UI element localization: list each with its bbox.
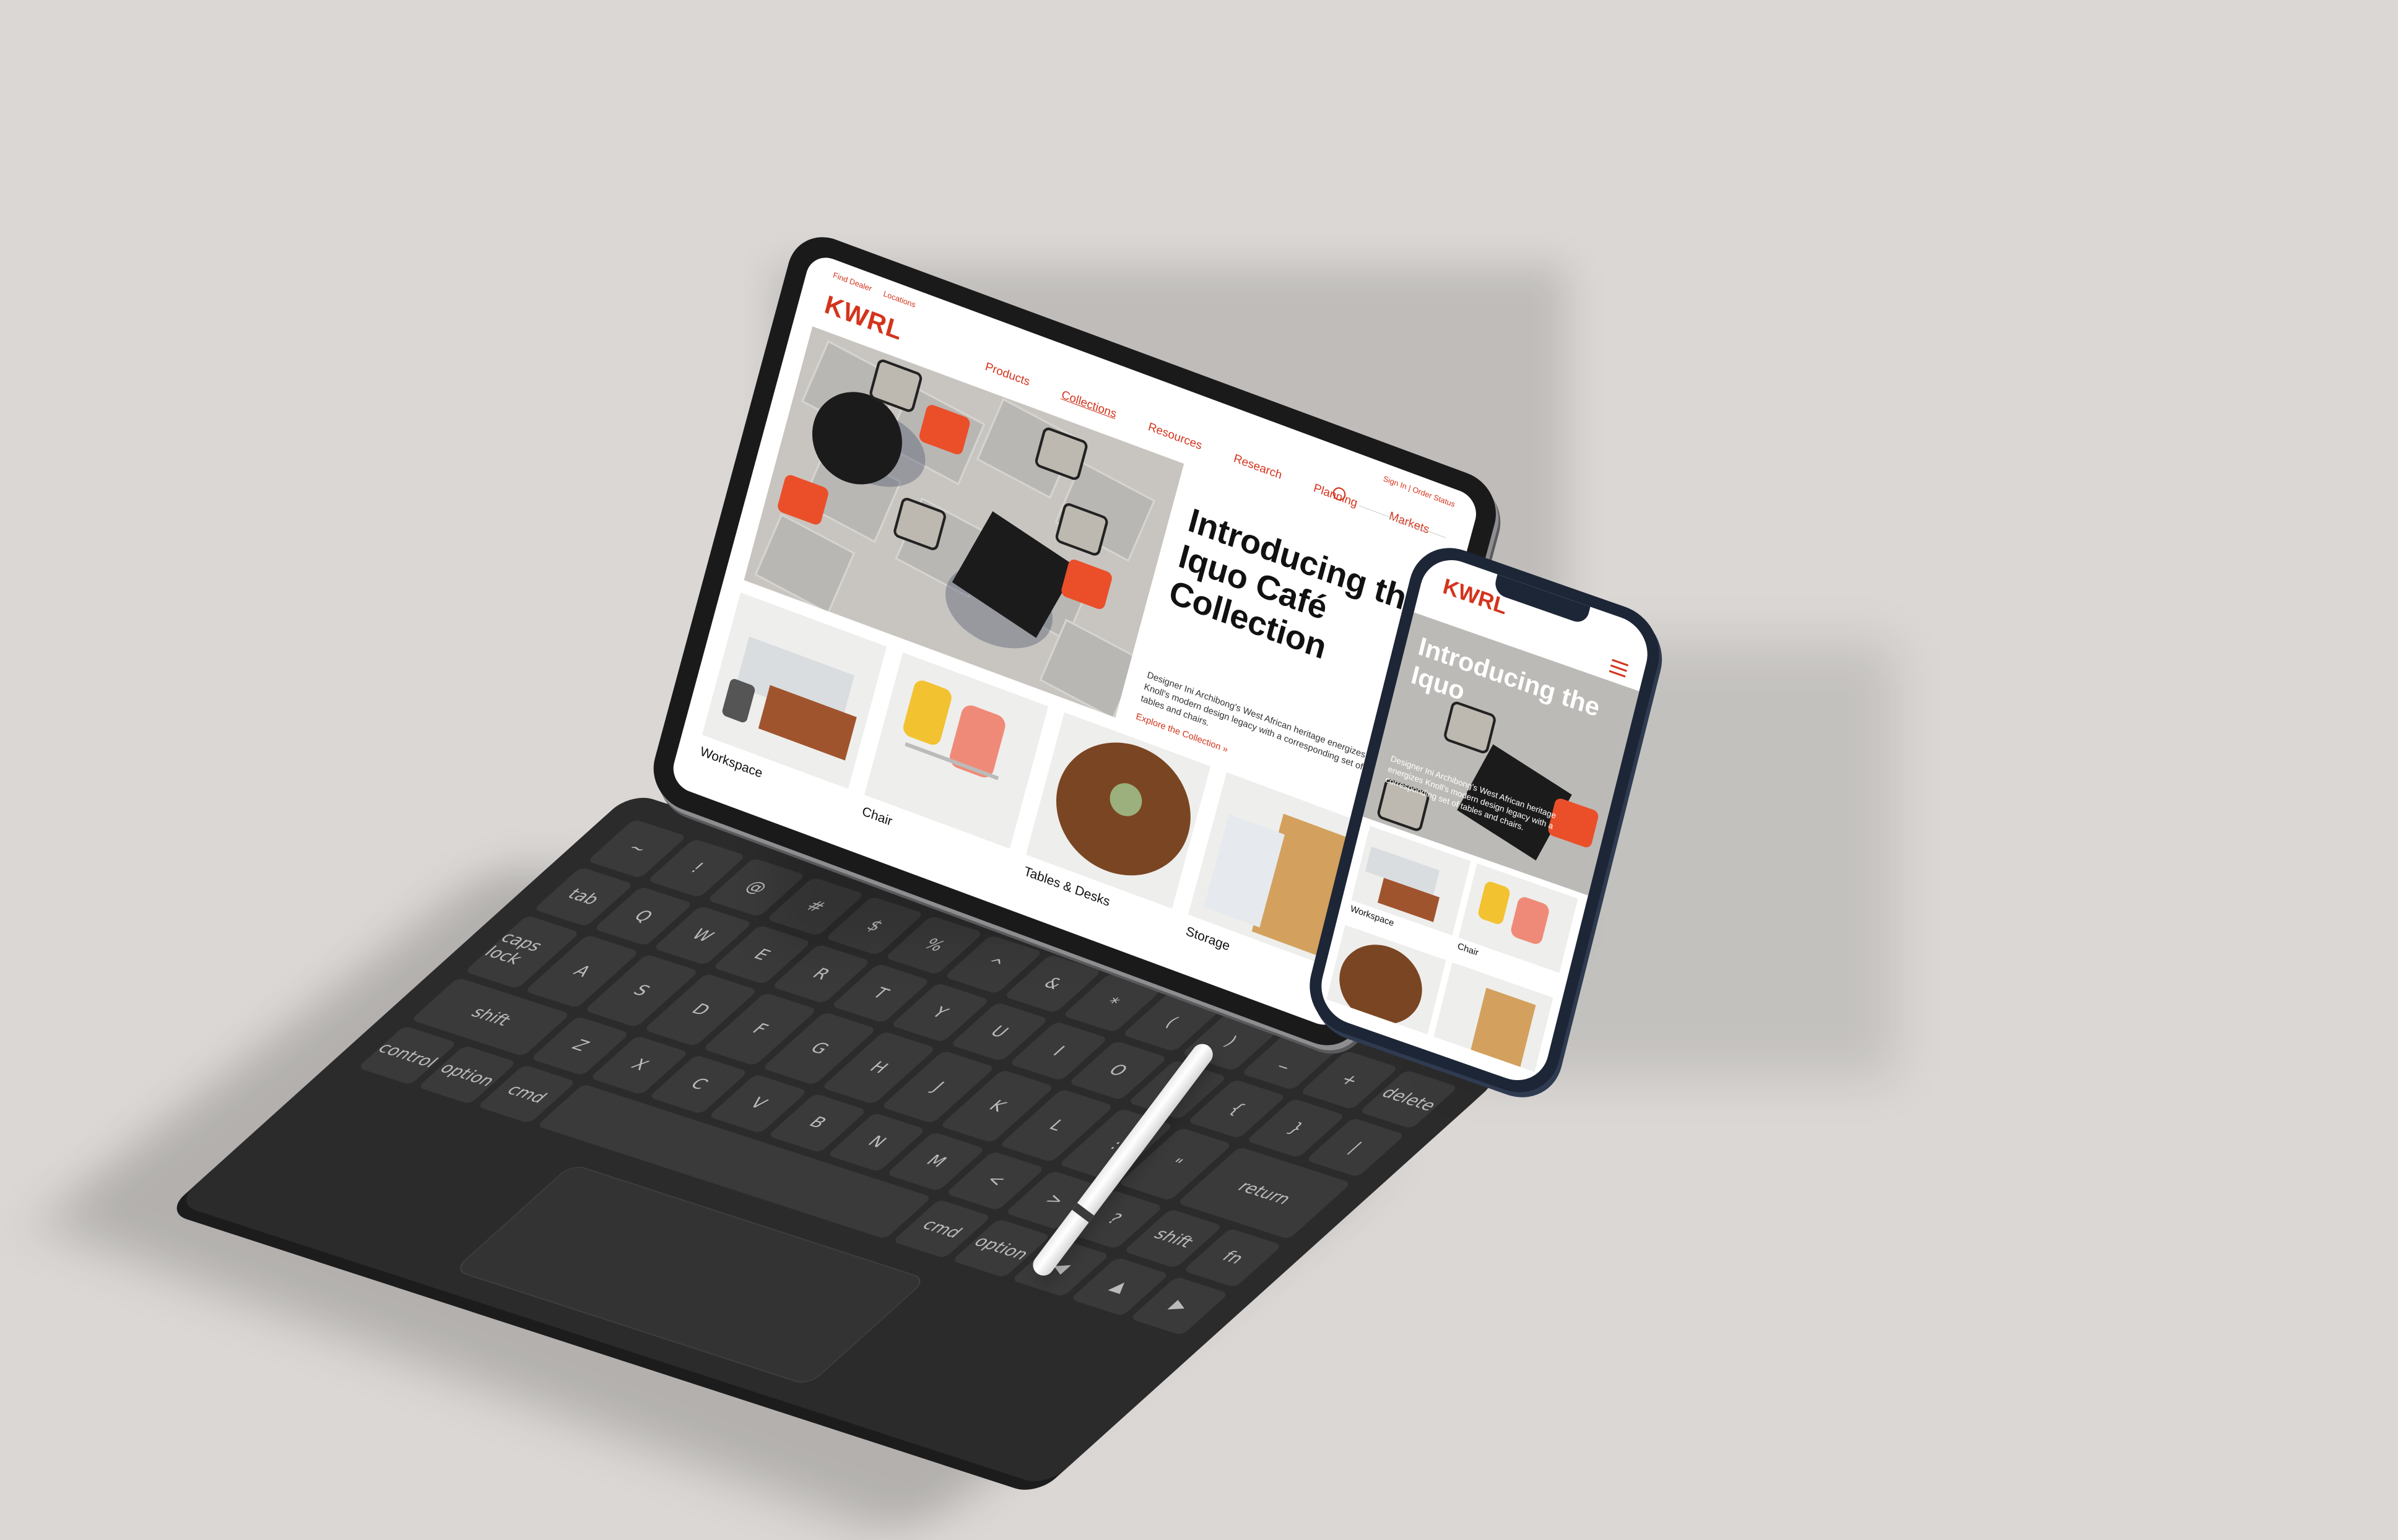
category-card-tables-desks[interactable]: Tables & Desks [1014,712,1210,952]
nav-products[interactable]: Products [984,360,1031,389]
search-input[interactable] [1359,505,1446,539]
nav-resources[interactable]: Resources [1147,420,1203,452]
find-dealer-link[interactable]: Find Dealer [832,270,873,293]
nav-markets[interactable]: Markets [1388,509,1430,537]
category-label: Chair [860,804,894,829]
order-status-link[interactable]: Order Status [1412,485,1456,509]
nav-collections[interactable]: Collections [1060,388,1118,422]
hamburger-menu-icon[interactable] [1608,659,1628,681]
category-card-workspace[interactable]: Workspace [690,592,887,832]
locations-link[interactable]: Locations [882,289,916,309]
category-card-chair[interactable]: Chair [853,652,1049,892]
account-links: Sign In | Order Status [1382,474,1456,509]
pencil-band [1072,1203,1094,1222]
category-label: Storage [1184,924,1232,954]
phone-hero-title: Introducing the Iquo [1408,632,1603,723]
sign-in-link[interactable]: Sign In [1383,474,1408,491]
nav-research[interactable]: Research [1232,452,1283,483]
